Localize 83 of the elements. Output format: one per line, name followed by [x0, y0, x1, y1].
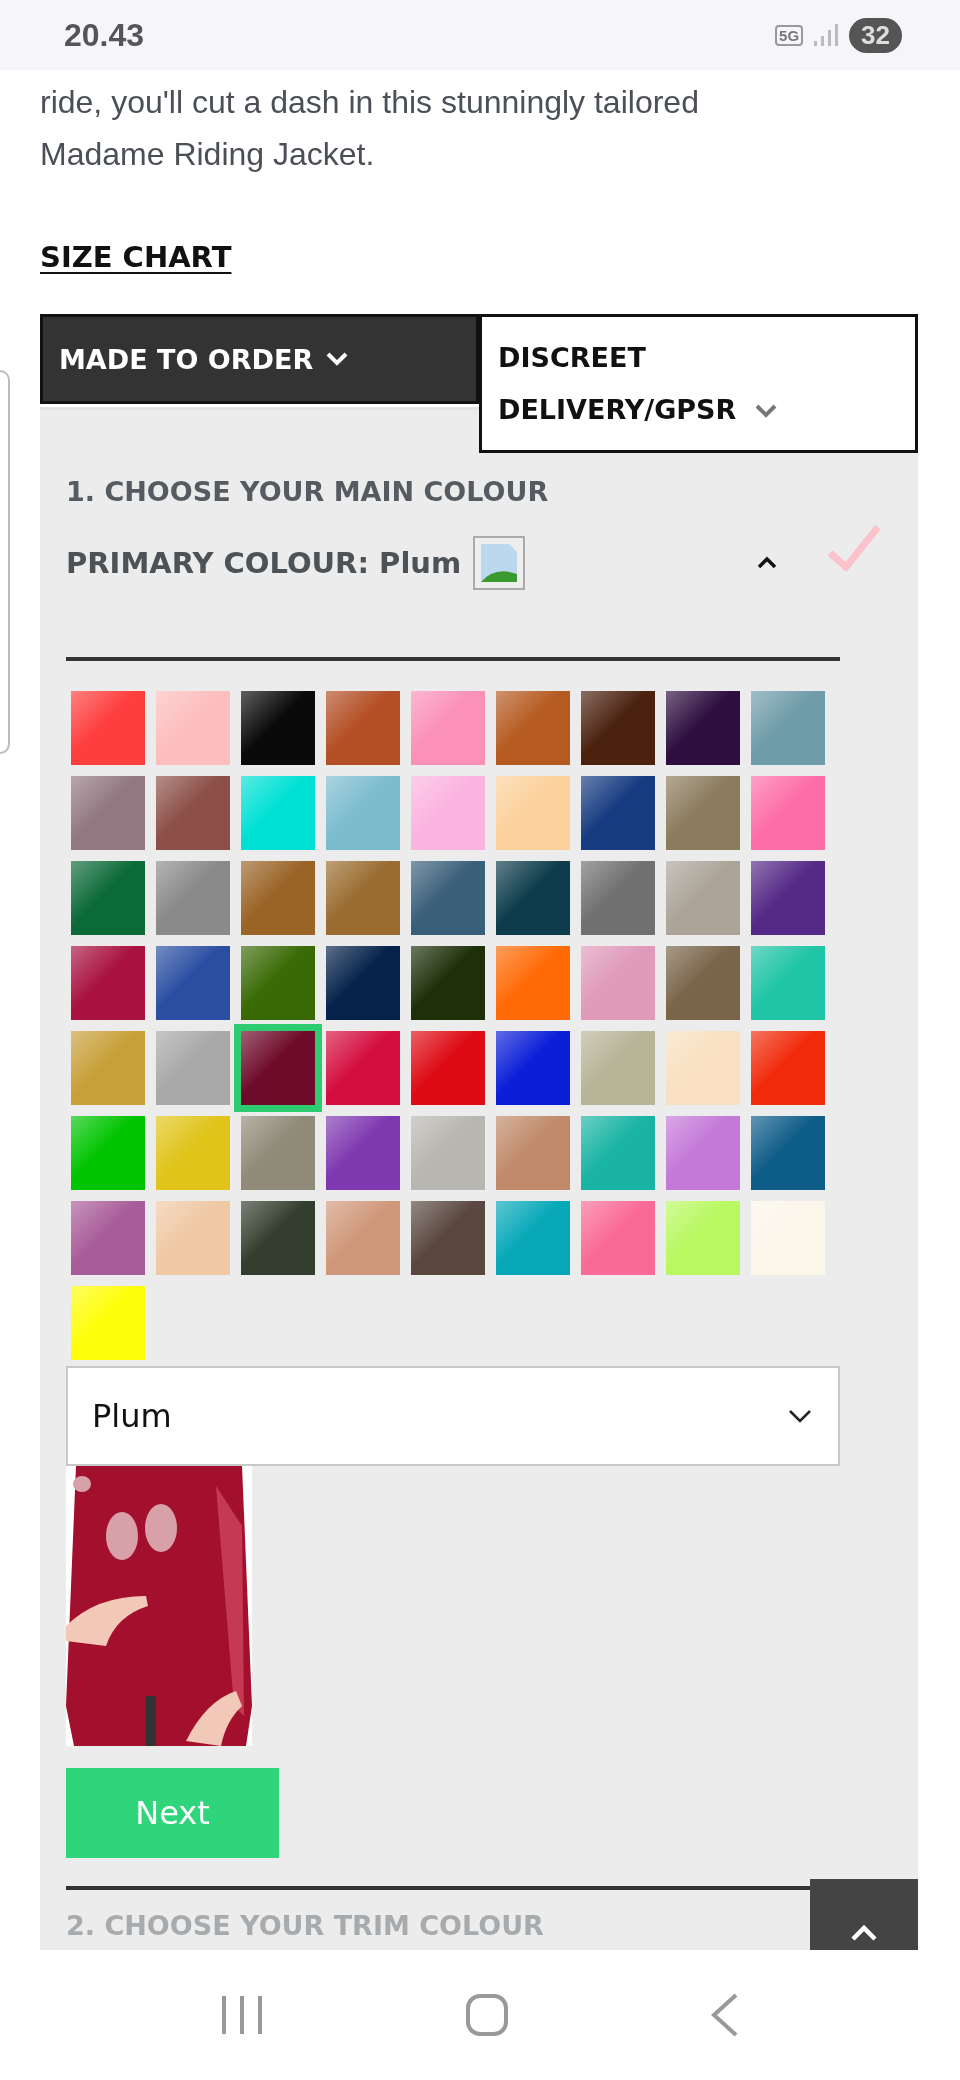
colour-swatch[interactable]: [666, 1201, 740, 1275]
tab[interactable]: MADE TO ORDER: [40, 314, 479, 404]
colour-swatch[interactable]: [496, 691, 570, 765]
colour-swatch[interactable]: [326, 1201, 400, 1275]
colour-swatch[interactable]: [581, 691, 655, 765]
colour-swatch[interactable]: [71, 776, 145, 850]
colour-swatch[interactable]: [241, 946, 315, 1020]
colour-swatch[interactable]: [241, 776, 315, 850]
network-icon: 5G: [775, 24, 804, 46]
colour-swatch[interactable]: [71, 1201, 145, 1275]
colour-swatch[interactable]: [71, 946, 145, 1020]
colour-swatch[interactable]: [581, 1201, 655, 1275]
colour-swatch[interactable]: [326, 776, 400, 850]
colour-swatch[interactable]: [496, 861, 570, 935]
size-chart-link[interactable]: SIZE CHART: [40, 240, 232, 274]
colour-swatch[interactable]: [496, 1201, 570, 1275]
colour-swatch[interactable]: [411, 691, 485, 765]
colour-swatch[interactable]: [666, 691, 740, 765]
colour-swatch[interactable]: [156, 1201, 230, 1275]
colour-swatch[interactable]: [666, 946, 740, 1020]
back-icon[interactable]: [709, 1993, 740, 2037]
colour-swatch[interactable]: [241, 691, 315, 765]
colour-swatch[interactable]: [666, 861, 740, 935]
colour-swatch[interactable]: [156, 861, 230, 935]
chevron-down-icon: [325, 351, 350, 367]
colour-swatch[interactable]: [411, 861, 485, 935]
chevron-down-icon: [788, 1409, 812, 1423]
colour-swatch[interactable]: [581, 776, 655, 850]
chevron-down-icon: [753, 403, 778, 419]
step-heading: 2. CHOOSE YOUR TRIM COLOUR: [66, 1910, 544, 1941]
colour-swatch[interactable]: [156, 1031, 230, 1105]
home-icon[interactable]: [465, 1993, 509, 2037]
colour-swatch[interactable]: [581, 861, 655, 935]
colour-swatch[interactable]: [411, 1031, 485, 1105]
colour-swatch[interactable]: [156, 691, 230, 765]
tab[interactable]: DISCREET DELIVERY/GPSR: [479, 314, 918, 453]
colour-swatch[interactable]: [326, 1031, 400, 1105]
colour-swatch[interactable]: [241, 1116, 315, 1190]
colour-swatch[interactable]: [326, 861, 400, 935]
collapse-caret-icon[interactable]: [756, 556, 778, 570]
colour-swatch[interactable]: [581, 1116, 655, 1190]
colour-swatch[interactable]: [581, 946, 655, 1020]
product-description: ride, you'll cut a dash in this stunningly tailored Madame Riding Jacket.: [40, 83, 700, 174]
signal-icon: [813, 23, 840, 47]
colour-swatch[interactable]: [496, 1116, 570, 1190]
colour-swatch[interactable]: [241, 1201, 315, 1275]
colour-swatch[interactable]: [241, 861, 315, 935]
colour-swatch[interactable]: [666, 776, 740, 850]
colour-swatch[interactable]: [71, 861, 145, 935]
colour-swatch[interactable]: [751, 1116, 825, 1190]
colour-select[interactable]: Plum: [66, 1366, 840, 1466]
colour-swatch[interactable]: [411, 1201, 485, 1275]
colour-swatch[interactable]: [71, 1116, 145, 1190]
colour-swatch[interactable]: [496, 1031, 570, 1105]
colour-swatch[interactable]: [751, 691, 825, 765]
recent-apps-icon[interactable]: [220, 1994, 265, 2036]
colour-swatch[interactable]: [666, 1116, 740, 1190]
colour-swatch[interactable]: [411, 1116, 485, 1190]
primary-colour-label: PRIMARY COLOUR: Plum: [66, 546, 462, 580]
colour-swatch[interactable]: [71, 1031, 145, 1105]
colour-swatch[interactable]: [71, 691, 145, 765]
colour-swatch[interactable]: [411, 946, 485, 1020]
colour-swatch[interactable]: [496, 946, 570, 1020]
colour-swatch[interactable]: [156, 946, 230, 1020]
colour-swatch[interactable]: [751, 1031, 825, 1105]
colour-swatch[interactable]: [751, 946, 825, 1020]
step-heading: 1. CHOOSE YOUR MAIN COLOUR: [66, 476, 549, 507]
broken-image-icon: [473, 536, 526, 590]
colour-swatch[interactable]: [326, 691, 400, 765]
colour-swatch[interactable]: [156, 776, 230, 850]
colour-swatch[interactable]: [751, 776, 825, 850]
colour-swatch[interactable]: [156, 1116, 230, 1190]
battery-icon: 32: [849, 17, 902, 53]
colour-swatch[interactable]: [326, 1116, 400, 1190]
colour-swatch[interactable]: [411, 776, 485, 850]
colour-swatch[interactable]: [496, 776, 570, 850]
colour-swatch[interactable]: [326, 946, 400, 1020]
colour-swatch[interactable]: [71, 1286, 145, 1360]
chevron-up-icon: [850, 1924, 878, 1942]
status-time: 20.43: [64, 16, 145, 54]
colour-swatch[interactable]: [751, 861, 825, 935]
colour-swatch[interactable]: [666, 1031, 740, 1105]
colour-swatch[interactable]: [581, 1031, 655, 1105]
